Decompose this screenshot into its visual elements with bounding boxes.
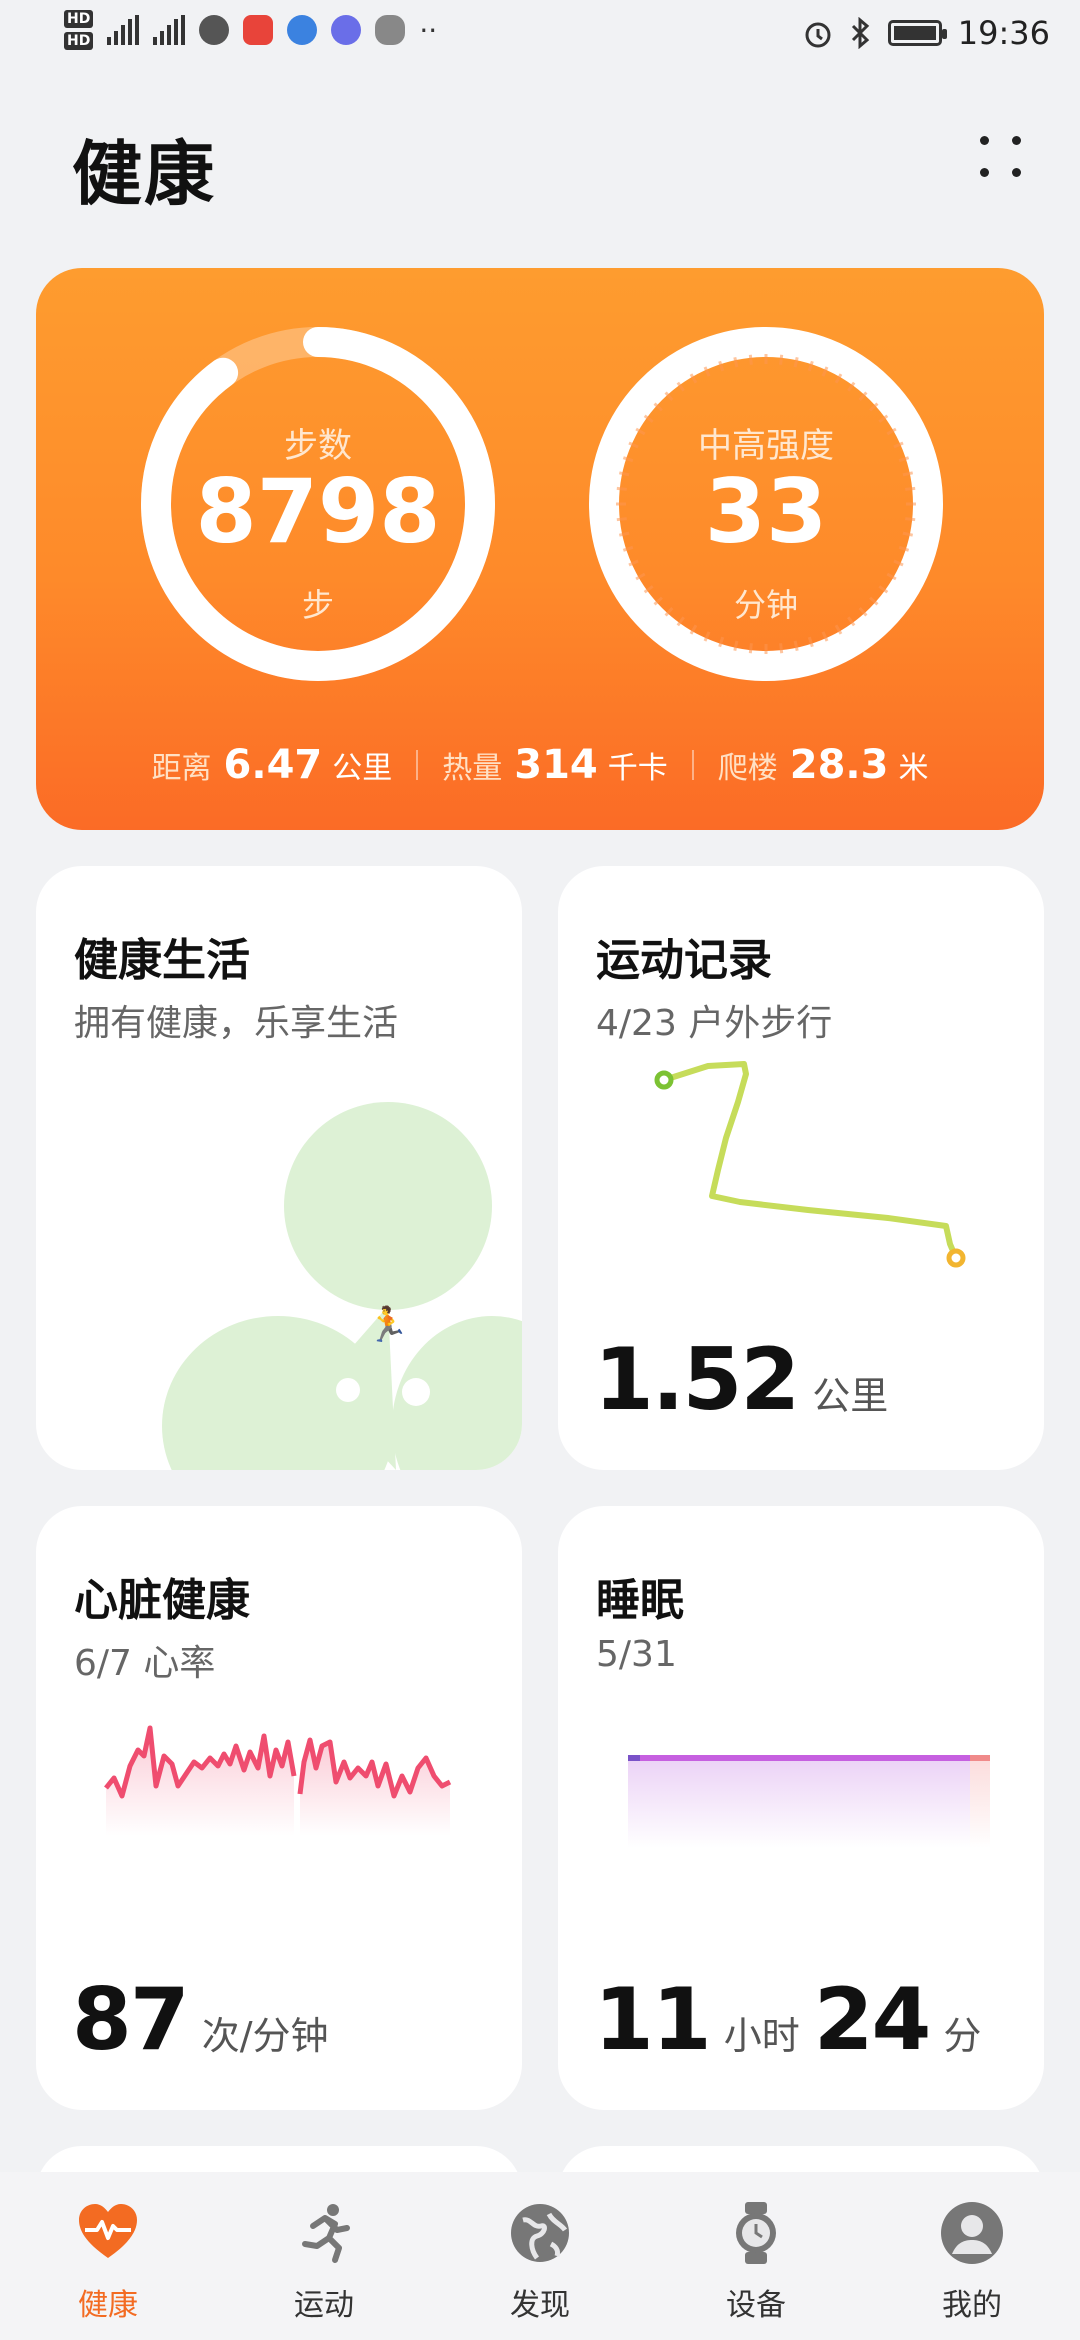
watch-icon <box>736 2202 776 2264</box>
running-icon: 🏃 <box>367 1305 409 1345</box>
intensity-value: 33 <box>704 460 828 563</box>
more-notifications-icon: ·· <box>419 13 438 47</box>
sleep-hours-unit: 小时 <box>723 2014 800 2058</box>
bluetooth-icon <box>851 17 869 49</box>
sleep-hours-value: 11 <box>594 1970 712 2070</box>
nav-label: 我的 <box>942 2288 1002 2323</box>
floors-unit: 米 <box>898 751 929 786</box>
nav-item-health[interactable]: 健康 <box>33 2172 183 2340</box>
sleep-duration-display: 11 小时 24 分 <box>594 1970 995 2070</box>
page-title: 健康 <box>72 133 216 215</box>
heart-rate-unit: 次/分钟 <box>201 2014 329 2058</box>
calories-label: 热量 <box>442 751 503 786</box>
nav-label: 设备 <box>726 2288 786 2323</box>
floors-value: 28.3 <box>789 742 889 788</box>
nav-item-me[interactable]: 我的 <box>897 2172 1047 2340</box>
alarm-icon <box>805 22 831 48</box>
route-start-icon <box>654 1070 674 1090</box>
calories-value: 314 <box>514 742 598 788</box>
sleep-minutes-unit: 分 <box>943 2014 982 2058</box>
clock: 19:36 <box>957 14 1050 52</box>
ring-tick <box>733 356 739 368</box>
hd-icon: HD HD <box>64 10 94 50</box>
music-icon <box>331 15 362 45</box>
nav-item-exercise[interactable]: 运动 <box>249 2172 399 2340</box>
app-icon <box>243 15 274 45</box>
distance-value: 6.47 <box>223 742 323 788</box>
heart-rate-display: 87 次/分钟 <box>72 1970 343 2070</box>
signal-icon <box>153 15 186 45</box>
ring-tick <box>793 640 799 652</box>
smile-icon <box>402 1378 430 1406</box>
heart-pulse-icon <box>79 2204 137 2258</box>
intensity-unit: 分钟 <box>733 586 798 624</box>
more-menu-icon[interactable] <box>974 130 1028 184</box>
exercise-distance-unit: 公里 <box>812 1374 889 1418</box>
ring-tick <box>748 354 753 365</box>
person-icon <box>941 2202 1003 2264</box>
steps-ring[interactable]: 步数 8798 步 <box>132 318 504 690</box>
activity-stats-row: 距离 6.47 公里 热量 314 千卡 爬楼 28.3 米 <box>36 742 1044 788</box>
sleep-card[interactable]: 睡眠 5/31 11 小时 24 分 <box>558 1506 1044 2110</box>
intensity-ring[interactable]: 中高强度 33 分钟 <box>580 318 952 690</box>
ring-tick <box>779 354 784 365</box>
ring-tick <box>733 640 739 652</box>
exercise-distance-value: 1.52 <box>594 1330 800 1430</box>
bottom-nav: 健康 运动 发现 设备 我的 <box>0 2172 1080 2340</box>
nav-label: 发现 <box>510 2288 570 2323</box>
healthy-life-card[interactable]: 健康生活 拥有健康，乐享生活 🏃 <box>36 866 522 1470</box>
calories-unit: 千卡 <box>607 751 668 786</box>
wechat-icon <box>199 15 230 45</box>
route-end-icon <box>946 1248 966 1268</box>
heart-rate-value: 87 <box>72 1970 190 2070</box>
ring-tick <box>653 402 663 412</box>
nav-item-devices[interactable]: 设备 <box>681 2172 831 2340</box>
nav-label: 健康 <box>78 2288 138 2323</box>
browser-icon <box>287 15 318 45</box>
globe-icon <box>511 2204 569 2262</box>
floors-label: 爬楼 <box>717 751 778 786</box>
status-bar: HD HD ·· 19:36 <box>0 0 1080 80</box>
divider <box>416 750 419 780</box>
heart-health-card[interactable]: 心脏健康 6/7 心率 87 次/分钟 <box>36 1506 522 2110</box>
ring-tick <box>664 391 674 401</box>
ring-tick <box>779 643 784 654</box>
cloud-icon <box>375 15 406 45</box>
nav-item-discover[interactable]: 发现 <box>465 2172 615 2340</box>
ring-tick <box>748 643 753 654</box>
steps-unit: 步 <box>301 586 334 624</box>
status-left: HD HD ·· <box>64 10 437 50</box>
ring-tick <box>869 402 879 412</box>
signal-icon <box>107 15 140 45</box>
exercise-record-card[interactable]: 运动记录 4/23 户外步行 1.52 公里 <box>558 866 1044 1470</box>
steps-value: 8798 <box>195 460 441 563</box>
ring-tick <box>858 391 868 401</box>
distance-display: 1.52 公里 <box>594 1330 902 1430</box>
distance-unit: 公里 <box>332 751 393 786</box>
moon-icon <box>336 1378 360 1402</box>
sleep-minutes-value: 24 <box>813 1970 932 2070</box>
distance-label: 距离 <box>151 751 212 786</box>
status-right: 19:36 <box>802 14 1050 52</box>
activity-summary-card[interactable]: 步数 8798 步 中高强度 33 分钟 距离 6.47 公里 热量 314 千… <box>36 268 1044 830</box>
ring-tick <box>793 356 799 368</box>
battery-icon <box>887 20 947 46</box>
clover-illustration: 🏃 <box>162 1102 522 1470</box>
running-icon <box>302 2204 350 2263</box>
nav-label: 运动 <box>294 2288 354 2323</box>
divider <box>691 750 694 780</box>
